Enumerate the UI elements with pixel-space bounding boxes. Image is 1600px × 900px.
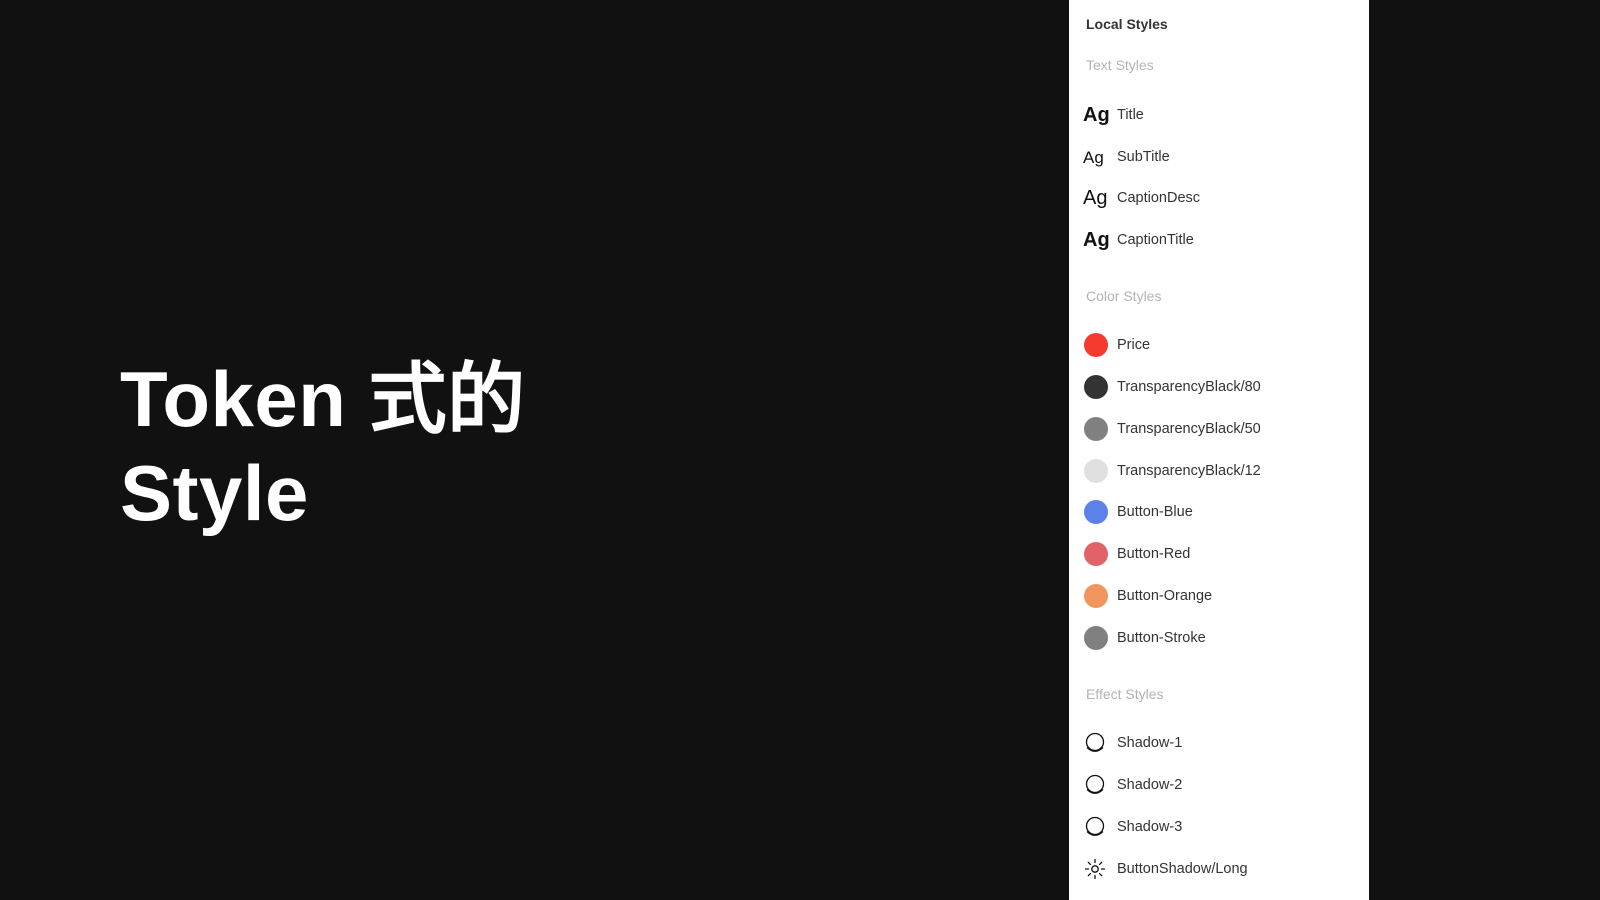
drop-shadow-icon xyxy=(1083,773,1109,797)
effect-style-item-shadow-2[interactable]: Shadow-2 xyxy=(1083,770,1363,800)
effect-style-label: Shadow-3 xyxy=(1117,819,1183,835)
effect-style-label: Shadow-2 xyxy=(1117,777,1183,793)
effect-style-item-shadow-3[interactable]: Shadow-3 xyxy=(1083,812,1363,842)
color-swatch xyxy=(1084,542,1108,566)
color-style-label: TransparencyBlack/80 xyxy=(1117,379,1261,395)
color-style-item-button-stroke[interactable]: Button-Stroke xyxy=(1083,623,1363,653)
text-style-icon: Ag xyxy=(1083,104,1110,126)
color-style-label: Button-Red xyxy=(1117,546,1191,562)
text-styles-heading: Text Styles xyxy=(1086,57,1154,73)
drop-shadow-icon xyxy=(1083,731,1109,755)
color-swatch xyxy=(1084,417,1108,441)
text-style-icon: Ag xyxy=(1083,147,1104,167)
color-style-label: Price xyxy=(1117,337,1151,353)
local-styles-panel: Local Styles Text Styles Ag Title Ag Sub… xyxy=(1069,0,1369,900)
color-style-item-button-orange[interactable]: Button-Orange xyxy=(1083,581,1363,611)
effect-style-item-shadow-1[interactable]: Shadow-1 xyxy=(1083,728,1363,758)
text-style-item-title[interactable]: Ag Title xyxy=(1083,100,1363,130)
hero-title: Token 式的 Style xyxy=(120,352,526,540)
color-style-item-price[interactable]: Price xyxy=(1083,330,1363,360)
effect-style-label: ButtonShadow/Long xyxy=(1117,861,1248,877)
color-swatch xyxy=(1084,584,1108,608)
color-swatch xyxy=(1084,375,1108,399)
color-style-item-transparency-black-80[interactable]: TransparencyBlack/80 xyxy=(1083,372,1363,402)
color-style-label: Button-Stroke xyxy=(1117,630,1206,646)
hero-title-line-1: Token 式的 xyxy=(120,355,526,443)
color-swatch xyxy=(1084,333,1108,357)
color-style-item-button-blue[interactable]: Button-Blue xyxy=(1083,497,1363,527)
text-style-icon: Ag xyxy=(1083,229,1110,251)
color-style-label: Button-Orange xyxy=(1117,588,1213,604)
canvas: Token 式的 Style Local Styles Text Styles … xyxy=(0,0,1600,900)
hero-title-line-2: Style xyxy=(120,449,309,537)
sun-icon xyxy=(1083,857,1109,881)
color-style-label: TransparencyBlack/50 xyxy=(1117,421,1261,437)
color-style-item-transparency-black-50[interactable]: TransparencyBlack/50 xyxy=(1083,414,1363,444)
color-swatch xyxy=(1084,626,1108,650)
text-style-label: CaptionTitle xyxy=(1117,232,1194,248)
effect-styles-heading: Effect Styles xyxy=(1086,686,1164,702)
text-style-item-captiondesc[interactable]: Ag CaptionDesc xyxy=(1083,183,1363,213)
color-style-label: Button-Blue xyxy=(1117,504,1193,520)
color-swatch xyxy=(1084,500,1108,524)
color-styles-heading: Color Styles xyxy=(1086,288,1162,304)
color-style-item-transparency-black-12[interactable]: TransparencyBlack/12 xyxy=(1083,456,1363,486)
text-style-label: CaptionDesc xyxy=(1117,190,1201,206)
color-swatch xyxy=(1084,459,1108,483)
effect-style-label: Shadow-1 xyxy=(1117,735,1183,751)
text-style-item-subtitle[interactable]: Ag SubTitle xyxy=(1083,142,1363,172)
color-style-label: TransparencyBlack/12 xyxy=(1117,463,1261,479)
text-style-icon: Ag xyxy=(1083,187,1108,209)
panel-title: Local Styles xyxy=(1086,16,1168,32)
drop-shadow-icon xyxy=(1083,815,1109,839)
color-style-item-button-red[interactable]: Button-Red xyxy=(1083,539,1363,569)
text-style-label: SubTitle xyxy=(1117,149,1170,165)
text-style-item-captiontitle[interactable]: Ag CaptionTitle xyxy=(1083,225,1363,255)
text-style-label: Title xyxy=(1117,107,1144,123)
effect-style-item-button-shadow-long[interactable]: ButtonShadow/Long xyxy=(1083,854,1363,884)
